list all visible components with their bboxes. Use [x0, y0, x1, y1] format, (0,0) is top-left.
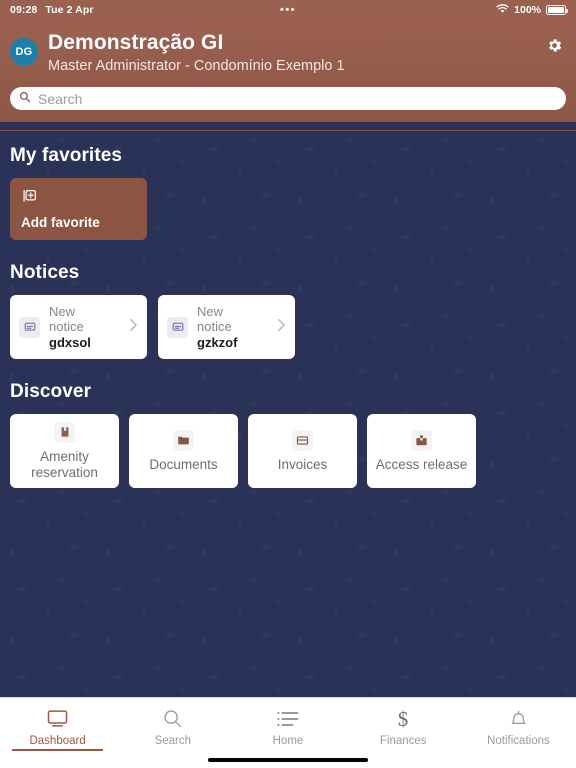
tab-bar: Dashboard Search Home $ Finances Notific… [0, 697, 576, 768]
page-subtitle: Master Administrator - Condomínio Exempl… [48, 58, 345, 74]
discover-item-documents[interactable]: Documents [129, 414, 238, 488]
section-discover: Discover Amenity reservation Documents I… [0, 359, 576, 488]
bell-icon [508, 707, 529, 731]
message-icon [19, 316, 40, 338]
book-icon [54, 421, 75, 443]
search-icon [162, 707, 184, 731]
tab-label: Dashboard [29, 735, 86, 747]
battery-icon [546, 5, 568, 15]
notice-kicker-line1: New [49, 303, 76, 319]
discover-item-invoices[interactable]: Invoices [248, 414, 357, 488]
list-icon [276, 707, 300, 731]
tab-active-indicator [12, 749, 104, 751]
section-notices: Notices New notice gdxsol New notice gzk… [0, 240, 576, 359]
favorites-section-title: My favorites [10, 145, 123, 166]
header-titles: Demonstração GI Master Administrator - C… [48, 30, 345, 76]
discover-section-title: Discover [10, 381, 92, 402]
tab-label: Search [154, 735, 192, 747]
notices-row: New notice gdxsol New notice gzkzof [0, 284, 576, 359]
home-indicator [208, 758, 368, 762]
tab-label: Finances [379, 735, 427, 747]
header-identity-row: DG Demonstração GI Master Administrator … [10, 30, 566, 76]
app-header: DG Demonstração GI Master Administrator … [0, 20, 576, 122]
notice-name: gdxsol [49, 334, 91, 350]
add-favorite-button[interactable]: Add favorite [10, 178, 147, 240]
gear-icon [546, 37, 563, 59]
add-favorite-label: Add favorite [21, 215, 100, 230]
status-bar-left: 09:28 Tue 2 Apr [10, 4, 94, 16]
folder-icon [173, 429, 194, 451]
battery-percent-label: 100% [514, 4, 541, 16]
settings-button[interactable] [542, 36, 566, 60]
status-bar-right: 100% [496, 3, 568, 17]
status-center-dots: ••• [279, 4, 297, 16]
notice-kicker-line2: notice [49, 319, 84, 334]
credit-card-icon [292, 429, 313, 451]
search-placeholder: Search [38, 90, 83, 107]
notice-texts: New notice gdxsol [49, 304, 120, 351]
status-bar: 09:28 Tue 2 Apr ••• 100% [0, 0, 576, 20]
notice-name: gzkzof [197, 334, 238, 350]
discover-item-label: Amenity reservation [31, 448, 98, 480]
dashboard-content: My favorites Add favorite Notices New no… [0, 130, 576, 697]
tab-notifications[interactable]: Notifications [461, 698, 576, 768]
message-icon [167, 316, 188, 338]
favorites-row: Add favorite [0, 167, 576, 240]
status-time: 09:28 [10, 4, 38, 16]
discover-row: Amenity reservation Documents Invoices A… [0, 403, 576, 488]
section-favorites: My favorites Add favorite [0, 131, 576, 240]
discover-item-amenity-reservation[interactable]: Amenity reservation [10, 414, 119, 488]
wifi-icon [496, 3, 509, 17]
tab-label: Home [272, 735, 304, 747]
dollar-icon: $ [393, 707, 413, 731]
chevron-right-icon [129, 318, 138, 337]
notice-card[interactable]: New notice gdxsol [10, 295, 147, 359]
tab-label: Notifications [487, 735, 550, 747]
discover-item-label: Invoices [277, 456, 328, 472]
chevron-right-icon [277, 318, 286, 337]
id-badge-icon [411, 429, 432, 451]
svg-text:$: $ [398, 707, 409, 731]
monitor-icon [46, 707, 69, 731]
avatar[interactable]: DG [10, 38, 38, 66]
notice-card[interactable]: New notice gzkzof [158, 295, 295, 359]
notices-section-title: Notices [10, 262, 80, 283]
discover-item-access-release[interactable]: Access release [367, 414, 476, 488]
notice-texts: New notice gzkzof [197, 304, 268, 351]
notice-kicker-line2: notice [197, 319, 232, 334]
tab-dashboard[interactable]: Dashboard [0, 698, 115, 768]
page-title: Demonstração GI [48, 31, 224, 54]
search-icon [19, 90, 31, 108]
add-square-icon [21, 188, 136, 210]
notice-kicker-line1: New [197, 303, 224, 319]
search-input[interactable]: Search [10, 87, 566, 110]
discover-item-label: Documents [149, 456, 218, 472]
status-date: Tue 2 Apr [45, 4, 94, 16]
discover-item-label: Access release [375, 456, 468, 472]
